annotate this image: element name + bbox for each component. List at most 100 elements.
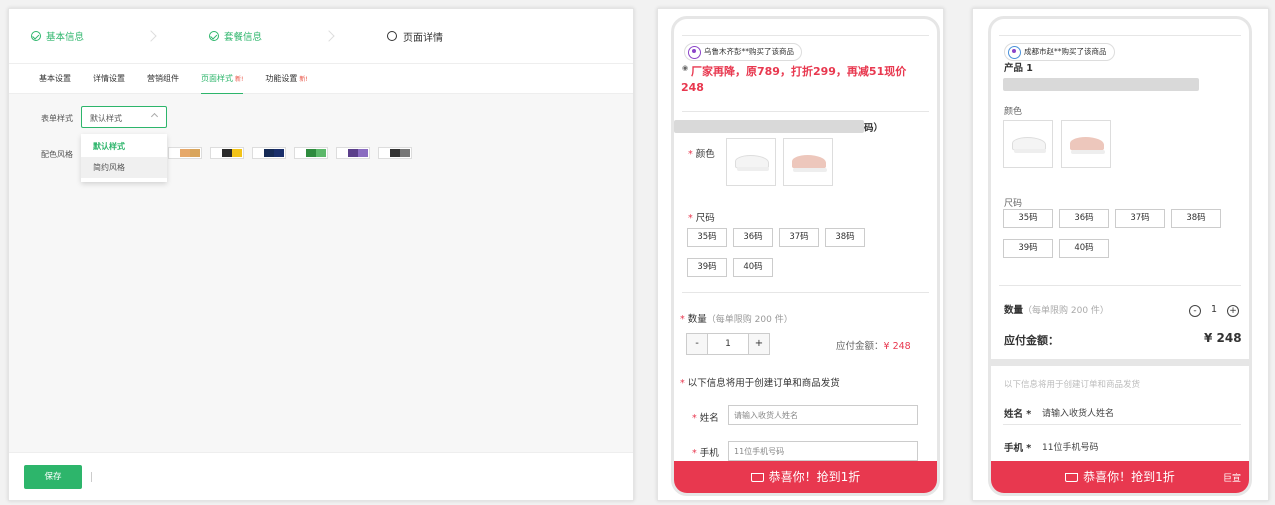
tab-detail-settings[interactable]: 详情设置 xyxy=(93,64,125,94)
swatch-color-block xyxy=(274,149,284,157)
radio-dot-icon: ◉ xyxy=(682,64,689,72)
size-option[interactable]: 39码 xyxy=(687,258,727,277)
claim-discount-button[interactable]: 恭喜你！抢到1折 xyxy=(674,461,937,493)
white-shoe-image xyxy=(735,155,769,171)
dropdown-option-simple[interactable]: 简约风格 xyxy=(81,157,167,178)
quantity-plus-button[interactable]: + xyxy=(1227,305,1239,317)
tab-function-settings[interactable]: 功能设置 新! xyxy=(265,64,307,94)
form-style-dropdown: 默认样式 简约风格 xyxy=(81,134,167,182)
quantity-input[interactable]: 1 xyxy=(707,333,749,355)
settings-tabs: 基本设置 详情设置 营销组件 页面样式 新! 功能设置 新! xyxy=(9,64,633,94)
divider xyxy=(682,35,929,36)
name-placeholder: 请输入收货人姓名 xyxy=(734,411,798,420)
tab-marketing-components[interactable]: 营销组件 xyxy=(147,64,179,94)
step-basic-info[interactable]: 基本信息 xyxy=(31,29,209,43)
tab-basic-settings[interactable]: 基本设置 xyxy=(39,64,71,94)
name-label: 姓名 * xyxy=(1004,409,1032,420)
quantity-label: * 数量（每单限购 200 件） xyxy=(680,314,793,325)
phone-label: 手机 * xyxy=(1004,443,1032,454)
tab-label: 功能设置 xyxy=(265,73,298,83)
color-swatch[interactable] xyxy=(336,147,370,159)
cta-label: 恭喜你！抢到1折 xyxy=(1083,470,1175,484)
section-divider xyxy=(991,359,1249,366)
quantity-minus-button[interactable]: - xyxy=(1189,305,1201,317)
save-button[interactable]: 保存 xyxy=(24,465,82,489)
name-input[interactable]: 请输入收货人姓名 xyxy=(728,405,918,425)
quantity-minus-button[interactable]: - xyxy=(686,333,708,355)
blurred-product-title xyxy=(674,120,864,133)
info-note: * 以下信息将用于创建订单和商品发货 xyxy=(680,378,840,389)
divider xyxy=(999,35,1241,36)
step-bar: 基本信息 套餐信息 页面详情 xyxy=(9,9,633,64)
color-swatch[interactable] xyxy=(378,147,412,159)
size-option[interactable]: 38码 xyxy=(1171,209,1221,228)
step-page-details[interactable]: 页面详情 xyxy=(387,29,565,44)
promo-price: 248 xyxy=(681,81,704,94)
quantity-plus-button[interactable]: + xyxy=(748,333,770,355)
chevron-up-icon xyxy=(150,112,159,121)
phone-input[interactable]: 11位手机号码 xyxy=(728,441,918,461)
divider xyxy=(682,111,929,112)
size-option[interactable]: 38码 xyxy=(825,228,865,247)
amount-value: ¥ 248 xyxy=(883,341,911,352)
color-swatch[interactable] xyxy=(294,147,328,159)
form-style-select[interactable]: 默认样式 xyxy=(81,106,167,128)
color-option-white[interactable] xyxy=(1003,120,1053,168)
user-avatar-icon xyxy=(688,46,701,59)
size-option[interactable]: 35码 xyxy=(687,228,727,247)
style-settings-body: 表单样式 默认样式 默认样式 简约风格 配色风格 xyxy=(9,94,633,454)
size-option[interactable]: 37码 xyxy=(1115,209,1165,228)
size-option[interactable]: 39码 xyxy=(1003,239,1053,258)
purchase-toast: 成都市赵**购买了该商品 xyxy=(1004,43,1115,61)
chevron-right-icon xyxy=(139,9,175,64)
swatch-color-block xyxy=(338,149,348,157)
tab-label: 营销组件 xyxy=(147,73,179,83)
toast-text: 乌鲁木齐彭**购买了该商品 xyxy=(704,47,794,56)
cta-label: 恭喜你！抢到1折 xyxy=(768,470,861,484)
color-option-pink[interactable] xyxy=(783,138,833,186)
size-option[interactable]: 36码 xyxy=(733,228,773,247)
color-swatch[interactable] xyxy=(168,147,202,159)
phone-frame: 成都市赵**购买了该商品 产品 1 颜色 尺码 35码 36码 37码 38码 39码 4… xyxy=(988,16,1252,496)
brand-logo: 巨宣 xyxy=(1222,474,1241,484)
divider xyxy=(91,472,92,482)
swatch-color-block xyxy=(190,149,200,157)
quantity-hint: （每单限购 200 件） xyxy=(706,315,793,325)
page-editor-panel: 基本信息 套餐信息 页面详情 基本设置 详情设置 营销组件 页面样式 新! 功能设… xyxy=(8,8,634,501)
size-option[interactable]: 40码 xyxy=(1059,239,1109,258)
mobile-preview-simple: 成都市赵**购买了该商品 产品 1 颜色 尺码 35码 36码 37码 38码 39码 4… xyxy=(972,8,1269,501)
color-option-pink[interactable] xyxy=(1061,120,1111,168)
name-input[interactable]: 请输入收货人姓名 xyxy=(1042,406,1114,419)
check-circle-icon xyxy=(209,31,219,41)
size-option[interactable]: 37码 xyxy=(779,228,819,247)
current-step-circle-icon xyxy=(387,31,397,41)
tab-label: 基本设置 xyxy=(39,73,71,83)
swatch-color-block xyxy=(296,149,306,157)
swatch-color-block xyxy=(400,149,410,157)
phone-label: * 手机 xyxy=(692,448,719,459)
purchase-toast: 乌鲁木齐彭**购买了该商品 xyxy=(684,43,802,61)
color-option-white[interactable] xyxy=(726,138,776,186)
step-label: 页面详情 xyxy=(403,32,443,44)
phone-input[interactable]: 11位手机号码 xyxy=(1042,440,1098,453)
mobile-preview-default: 乌鲁木齐彭**购买了该商品 ◉ 厂家再降，原789，打折299，再减51现价 2… xyxy=(657,8,944,501)
new-badge: 新! xyxy=(299,75,308,83)
tab-page-style[interactable]: 页面样式 新! xyxy=(201,64,244,94)
step-label: 套餐信息 xyxy=(224,32,263,43)
size-option[interactable]: 35码 xyxy=(1003,209,1053,228)
size-label: * 尺码 xyxy=(688,213,715,224)
color-swatch[interactable] xyxy=(252,147,286,159)
color-label: 颜色 xyxy=(1004,107,1023,117)
cart-icon xyxy=(750,473,764,482)
color-swatch[interactable] xyxy=(210,147,244,159)
form-style-label: 表单样式 xyxy=(41,114,73,123)
size-option[interactable]: 36码 xyxy=(1059,209,1109,228)
product-title-head: 产品 1 xyxy=(1004,63,1033,74)
divider xyxy=(682,292,929,293)
size-option[interactable]: 40码 xyxy=(733,258,773,277)
promo-text: 厂家再降，原789，打折299，再减51现价 xyxy=(691,65,907,78)
step-package-info[interactable]: 套餐信息 xyxy=(209,29,387,43)
swatch-color-block xyxy=(316,149,326,157)
claim-discount-button[interactable]: 恭喜你！抢到1折 巨宣 xyxy=(991,461,1249,493)
dropdown-option-default[interactable]: 默认样式 xyxy=(81,136,167,157)
